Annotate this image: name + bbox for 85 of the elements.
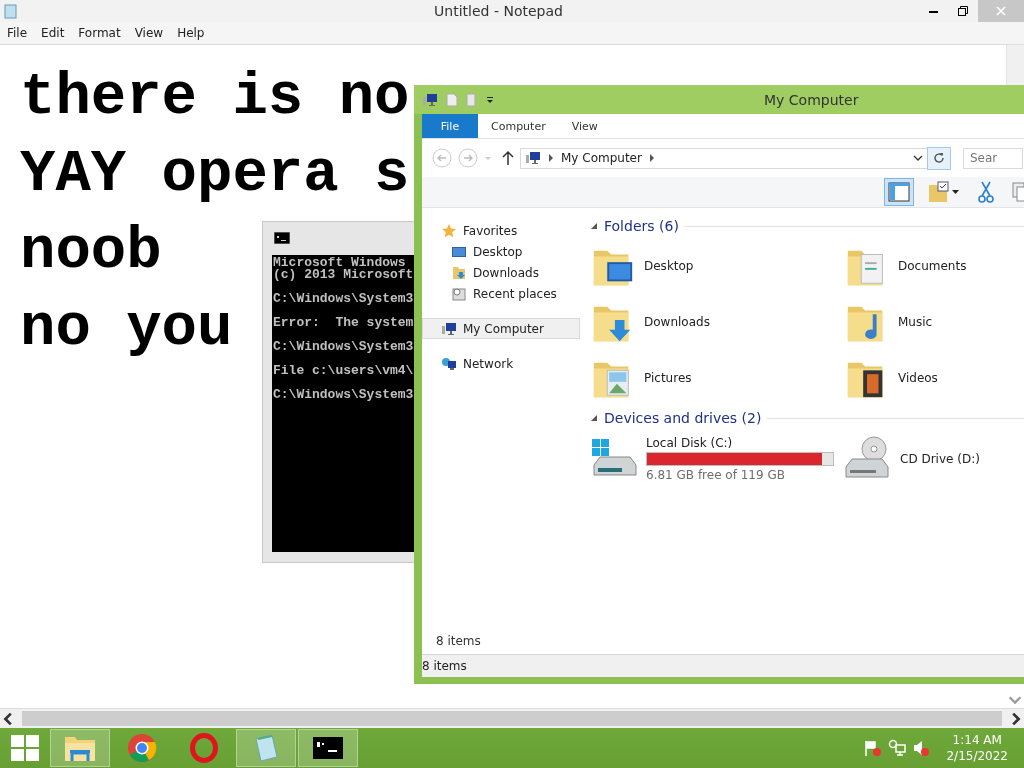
drive-item[interactable]: CD Drive (D:) bbox=[844, 430, 1024, 488]
network-icon bbox=[441, 355, 457, 372]
address-field[interactable]: My Computer bbox=[520, 147, 928, 169]
flag-icon[interactable] bbox=[864, 739, 883, 757]
item-count: 8 items bbox=[436, 634, 481, 648]
address-text: My Computer bbox=[561, 151, 642, 165]
preview-pane-button[interactable] bbox=[884, 178, 914, 206]
refresh-icon bbox=[933, 152, 945, 164]
refresh-button[interactable] bbox=[927, 146, 951, 170]
folder-item[interactable]: Downloads bbox=[590, 294, 844, 350]
downloads-folder-icon bbox=[451, 264, 467, 281]
chevron-icon bbox=[548, 154, 554, 162]
section-header[interactable]: Folders (6) bbox=[604, 218, 679, 234]
pane-layout-icon bbox=[888, 182, 910, 202]
collapse-icon[interactable] bbox=[590, 414, 598, 422]
caret-icon[interactable] bbox=[486, 95, 494, 104]
console-line: C:\Windows\System3 bbox=[273, 293, 415, 305]
folder-check-icon bbox=[928, 181, 960, 203]
section-header[interactable]: Devices and drives (2) bbox=[604, 410, 762, 426]
folder-item[interactable]: Pictures bbox=[590, 350, 844, 406]
console-line: C:\Windows\System3 bbox=[273, 341, 415, 353]
close-icon bbox=[996, 6, 1006, 16]
restore-icon bbox=[958, 6, 968, 16]
ring-logo-icon bbox=[190, 733, 218, 763]
collapse-icon[interactable] bbox=[590, 222, 598, 230]
text-line: noob bbox=[20, 217, 162, 287]
network-icon[interactable] bbox=[888, 739, 907, 757]
text-line: there is no bbox=[20, 63, 410, 133]
menu-item[interactable]: View bbox=[134, 26, 164, 40]
nav-item[interactable]: Favorites bbox=[422, 220, 580, 241]
console-line: Error: The system bbox=[273, 317, 415, 329]
circle-logo-icon bbox=[127, 733, 157, 763]
computer-icon bbox=[422, 91, 438, 108]
text-line: YAY opera s bbox=[20, 140, 410, 210]
free-space-text: 6.81 GB free of 119 GB bbox=[646, 468, 786, 482]
drive-item[interactable]: Local Disk (C:) 6.81 GB free of 119 GB bbox=[590, 430, 844, 488]
recent-locations-icon[interactable] bbox=[484, 154, 492, 162]
star-icon bbox=[441, 222, 457, 239]
properties-icon[interactable] bbox=[446, 92, 458, 107]
text-line: no you bbox=[20, 294, 233, 364]
nav-item[interactable]: Desktop bbox=[422, 241, 580, 262]
menu-item[interactable]: Format bbox=[78, 26, 121, 40]
console-line: C:\Windows\System3 bbox=[273, 389, 415, 401]
drive-label: CD Drive (D:) bbox=[900, 452, 980, 466]
horizontal-scrollbar[interactable] bbox=[0, 708, 1024, 728]
up-icon[interactable] bbox=[502, 150, 514, 166]
console-line: File c:\users\vm4\ bbox=[273, 365, 415, 377]
taskbar-button[interactable] bbox=[298, 729, 358, 767]
window-title: Untitled - Notepad bbox=[433, 3, 564, 19]
nav-item[interactable]: Recent places bbox=[422, 283, 580, 304]
menu-item[interactable]: File bbox=[7, 26, 28, 40]
folder-item[interactable]: Desktop bbox=[590, 238, 844, 294]
folder-item[interactable]: Music bbox=[844, 294, 1024, 350]
speaker-muted-icon[interactable] bbox=[912, 739, 931, 757]
drive-label: Local Disk (C:) bbox=[646, 436, 734, 450]
windows-logo-icon bbox=[11, 735, 39, 761]
search-field[interactable]: Sear bbox=[963, 147, 1023, 169]
recent-places-icon bbox=[451, 285, 467, 302]
dropdown-icon[interactable] bbox=[913, 155, 923, 161]
menu-item[interactable]: Help bbox=[177, 26, 205, 40]
nav-item[interactable]: Downloads bbox=[422, 262, 580, 283]
minimize-icon bbox=[928, 9, 938, 13]
chevron-icon bbox=[648, 154, 655, 162]
notepad-icon bbox=[252, 733, 280, 763]
console-icon bbox=[313, 737, 343, 759]
nav-item[interactable]: Network bbox=[422, 353, 580, 374]
folder-icon bbox=[64, 734, 96, 762]
new-folder-icon[interactable] bbox=[466, 92, 478, 107]
console-line: (c) 2013 Microsoft bbox=[273, 269, 415, 281]
status-text: 8 items bbox=[422, 659, 467, 673]
window-title: My Computer bbox=[764, 91, 859, 108]
menu-item[interactable]: Edit bbox=[41, 26, 65, 40]
scissors-icon bbox=[978, 181, 994, 203]
computer-icon bbox=[525, 150, 541, 166]
vertical-scrollbar[interactable] bbox=[1006, 45, 1024, 85]
forward-icon[interactable] bbox=[458, 148, 478, 168]
back-icon[interactable] bbox=[432, 148, 452, 168]
notepad-icon bbox=[3, 3, 19, 19]
nav-item[interactable]: My Computer bbox=[422, 318, 580, 339]
console-line: Microsoft Windows bbox=[273, 257, 406, 269]
computer-icon bbox=[441, 320, 457, 337]
folder-item[interactable]: Videos bbox=[844, 350, 1024, 406]
file-menu-button[interactable]: File bbox=[422, 114, 478, 138]
console-icon bbox=[274, 232, 290, 244]
folder-item[interactable]: Documents bbox=[844, 238, 1024, 294]
